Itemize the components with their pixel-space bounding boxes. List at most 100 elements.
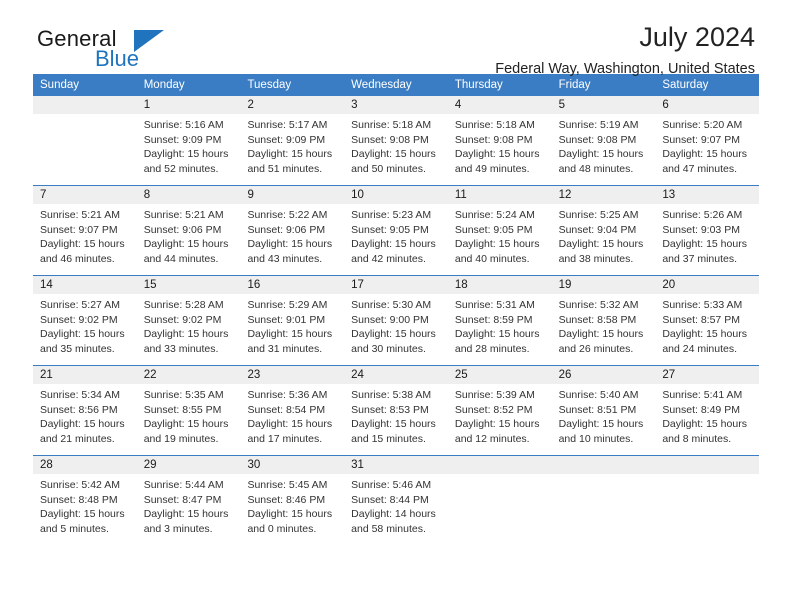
day-cell[interactable]: Sunrise: 5:30 AM Sunset: 9:00 PM Daylight:… bbox=[344, 294, 448, 365]
day-number[interactable]: 30 bbox=[240, 456, 344, 474]
day-number[interactable]: 25 bbox=[448, 366, 552, 384]
day-cell[interactable]: Sunrise: 5:24 AM Sunset: 9:05 PM Daylight:… bbox=[448, 204, 552, 275]
day-cell[interactable]: Sunrise: 5:39 AM Sunset: 8:52 PM Daylight:… bbox=[448, 384, 552, 455]
day-number[interactable]: 15 bbox=[137, 276, 241, 294]
day-detail-line: Sunset: 8:44 PM bbox=[351, 493, 429, 506]
day-cell[interactable]: Sunrise: 5:23 AM Sunset: 9:05 PM Daylight:… bbox=[344, 204, 448, 275]
calendar-week-row: 14 15 16 17 18 19 20 Sunrise: 5:27 AM Sunset: 9:… bbox=[33, 275, 759, 365]
day-cell[interactable]: Sunrise: 5:33 AM Sunset: 8:57 PM Daylight:… bbox=[655, 294, 759, 365]
day-detail-line: and 50 minutes. bbox=[351, 162, 426, 175]
day-cell[interactable]: Sunrise: 5:46 AM Sunset: 8:44 PM Daylight:… bbox=[344, 474, 448, 545]
day-detail-line: Daylight: 15 hours bbox=[351, 238, 436, 251]
day-number[interactable]: 23 bbox=[240, 366, 344, 384]
day-number[interactable]: 2 bbox=[240, 96, 344, 114]
day-cell[interactable]: Sunrise: 5:36 AM Sunset: 8:54 PM Daylight:… bbox=[240, 384, 344, 455]
day-detail-line: Sunset: 9:09 PM bbox=[143, 133, 222, 146]
day-number[interactable]: 3 bbox=[344, 96, 448, 114]
day-cell[interactable]: Sunrise: 5:25 AM Sunset: 9:04 PM Daylight:… bbox=[552, 204, 656, 275]
day-detail-line: and 26 minutes. bbox=[558, 342, 634, 355]
day-number[interactable]: 19 bbox=[552, 276, 656, 294]
day-cell[interactable]: Sunrise: 5:19 AM Sunset: 9:08 PM Daylight:… bbox=[552, 114, 656, 185]
day-cell[interactable]: Sunrise: 5:21 AM Sunset: 9:06 PM Daylight:… bbox=[137, 204, 241, 275]
day-number[interactable]: 9 bbox=[240, 186, 344, 204]
day-number[interactable]: 21 bbox=[33, 366, 137, 384]
day-cell[interactable]: Sunrise: 5:32 AM Sunset: 8:58 PM Daylight:… bbox=[552, 294, 656, 365]
calendar-week-row: 7 8 9 10 11 12 13 Sunrise: 5:21 AM Sunset: 9:07 … bbox=[33, 185, 759, 275]
day-cell[interactable]: Sunrise: 5:18 AM Sunset: 9:08 PM Daylight:… bbox=[448, 114, 552, 185]
day-number[interactable]: 14 bbox=[33, 276, 137, 294]
day-cell[interactable]: Sunrise: 5:16 AM Sunset: 9:09 PM Daylight:… bbox=[137, 114, 241, 185]
day-detail-line: and 43 minutes. bbox=[247, 252, 323, 265]
day-number[interactable]: 17 bbox=[344, 276, 448, 294]
day-detail-line: Sunrise: 5:16 AM bbox=[143, 119, 224, 131]
day-number[interactable]: 6 bbox=[655, 96, 759, 114]
day-detail-line: Daylight: 15 hours bbox=[143, 148, 229, 161]
day-detail-line: Daylight: 15 hours bbox=[351, 418, 436, 431]
day-number[interactable]: 27 bbox=[655, 366, 759, 384]
day-detail-line: Sunrise: 5:44 AM bbox=[143, 479, 224, 491]
day-cell[interactable]: Sunrise: 5:42 AM Sunset: 8:48 PM Daylight:… bbox=[33, 474, 137, 545]
day-detail-line: Sunrise: 5:30 AM bbox=[351, 299, 432, 311]
day-cell[interactable]: Sunrise: 5:45 AM Sunset: 8:46 PM Daylight:… bbox=[240, 474, 344, 545]
day-cell[interactable]: Sunrise: 5:27 AM Sunset: 9:02 PM Daylight:… bbox=[33, 294, 137, 365]
day-number[interactable]: 11 bbox=[448, 186, 552, 204]
day-detail-line: Sunrise: 5:28 AM bbox=[143, 299, 224, 311]
day-cell[interactable]: Sunrise: 5:20 AM Sunset: 9:07 PM Daylight:… bbox=[655, 114, 759, 185]
day-cell[interactable]: Sunrise: 5:44 AM Sunset: 8:47 PM Daylight:… bbox=[137, 474, 241, 545]
day-number[interactable]: 13 bbox=[655, 186, 759, 204]
day-number[interactable]: 12 bbox=[552, 186, 656, 204]
day-detail-line: Daylight: 15 hours bbox=[558, 328, 644, 341]
week-detail-strip: Sunrise: 5:42 AM Sunset: 8:48 PM Daylight:… bbox=[33, 474, 759, 545]
day-cell[interactable]: Sunrise: 5:38 AM Sunset: 8:53 PM Daylight:… bbox=[344, 384, 448, 455]
day-detail-line: Daylight: 15 hours bbox=[247, 508, 333, 521]
day-detail-line: Sunset: 9:06 PM bbox=[247, 223, 326, 236]
day-number[interactable]: 8 bbox=[137, 186, 241, 204]
day-detail-line: Sunset: 9:01 PM bbox=[247, 313, 326, 326]
day-number[interactable]: 20 bbox=[655, 276, 759, 294]
day-cell[interactable]: Sunrise: 5:26 AM Sunset: 9:03 PM Daylight:… bbox=[655, 204, 759, 275]
day-detail-line: Sunrise: 5:17 AM bbox=[247, 119, 328, 131]
day-number[interactable]: 22 bbox=[137, 366, 241, 384]
day-number[interactable]: 18 bbox=[448, 276, 552, 294]
day-cell[interactable]: Sunrise: 5:29 AM Sunset: 9:01 PM Daylight:… bbox=[240, 294, 344, 365]
day-detail-line: Sunrise: 5:19 AM bbox=[558, 119, 639, 131]
day-detail-line: Sunrise: 5:45 AM bbox=[247, 479, 328, 491]
day-detail-line: and 8 minutes. bbox=[662, 432, 732, 445]
day-detail-line: Daylight: 15 hours bbox=[662, 238, 747, 251]
day-cell[interactable]: Sunrise: 5:18 AM Sunset: 9:08 PM Daylight:… bbox=[344, 114, 448, 185]
day-number[interactable]: 31 bbox=[344, 456, 448, 474]
day-detail-line: and 52 minutes. bbox=[143, 162, 219, 175]
day-cell[interactable]: Sunrise: 5:21 AM Sunset: 9:07 PM Daylight:… bbox=[33, 204, 137, 275]
day-cell[interactable]: Sunrise: 5:34 AM Sunset: 8:56 PM Daylight:… bbox=[33, 384, 137, 455]
day-cell[interactable]: Sunrise: 5:41 AM Sunset: 8:49 PM Daylight:… bbox=[655, 384, 759, 455]
day-number[interactable]: 1 bbox=[137, 96, 241, 114]
day-number[interactable]: 29 bbox=[137, 456, 241, 474]
day-detail-line: Sunrise: 5:21 AM bbox=[143, 209, 224, 221]
day-cell[interactable]: Sunrise: 5:35 AM Sunset: 8:55 PM Daylight:… bbox=[137, 384, 241, 455]
day-number[interactable]: 24 bbox=[344, 366, 448, 384]
day-detail-line: Daylight: 15 hours bbox=[454, 418, 540, 431]
day-number[interactable]: 16 bbox=[240, 276, 344, 294]
day-cell[interactable]: Sunrise: 5:40 AM Sunset: 8:51 PM Daylight:… bbox=[552, 384, 656, 455]
day-number[interactable]: 28 bbox=[33, 456, 137, 474]
day-cell[interactable]: Sunrise: 5:31 AM Sunset: 8:59 PM Daylight:… bbox=[448, 294, 552, 365]
day-detail-line: Sunset: 9:00 PM bbox=[351, 313, 429, 326]
general-blue-logo[interactable]: General Blue bbox=[37, 26, 237, 74]
day-number[interactable]: 7 bbox=[33, 186, 137, 204]
day-detail-line: and 28 minutes. bbox=[454, 342, 530, 355]
day-detail-line: Sunrise: 5:25 AM bbox=[558, 209, 639, 221]
day-detail-line: Sunrise: 5:31 AM bbox=[454, 299, 535, 311]
day-cell[interactable]: Sunrise: 5:17 AM Sunset: 9:09 PM Daylight:… bbox=[240, 114, 344, 185]
calendar-page: General Blue July 2024 Federal Way, Wash… bbox=[0, 0, 792, 612]
day-detail-line: and 46 minutes. bbox=[40, 252, 115, 265]
day-detail-line: Sunset: 9:04 PM bbox=[558, 223, 637, 236]
day-cell[interactable]: Sunrise: 5:22 AM Sunset: 9:06 PM Daylight:… bbox=[240, 204, 344, 275]
day-cell[interactable]: Sunrise: 5:28 AM Sunset: 9:02 PM Daylight:… bbox=[137, 294, 241, 365]
day-number[interactable]: 5 bbox=[552, 96, 656, 114]
day-detail-line: Sunrise: 5:38 AM bbox=[351, 389, 432, 401]
day-number[interactable]: 4 bbox=[448, 96, 552, 114]
day-number[interactable]: 10 bbox=[344, 186, 448, 204]
weekday-header-sunday: Sunday bbox=[40, 79, 80, 91]
day-number[interactable]: 26 bbox=[552, 366, 656, 384]
day-number-empty bbox=[33, 96, 137, 114]
